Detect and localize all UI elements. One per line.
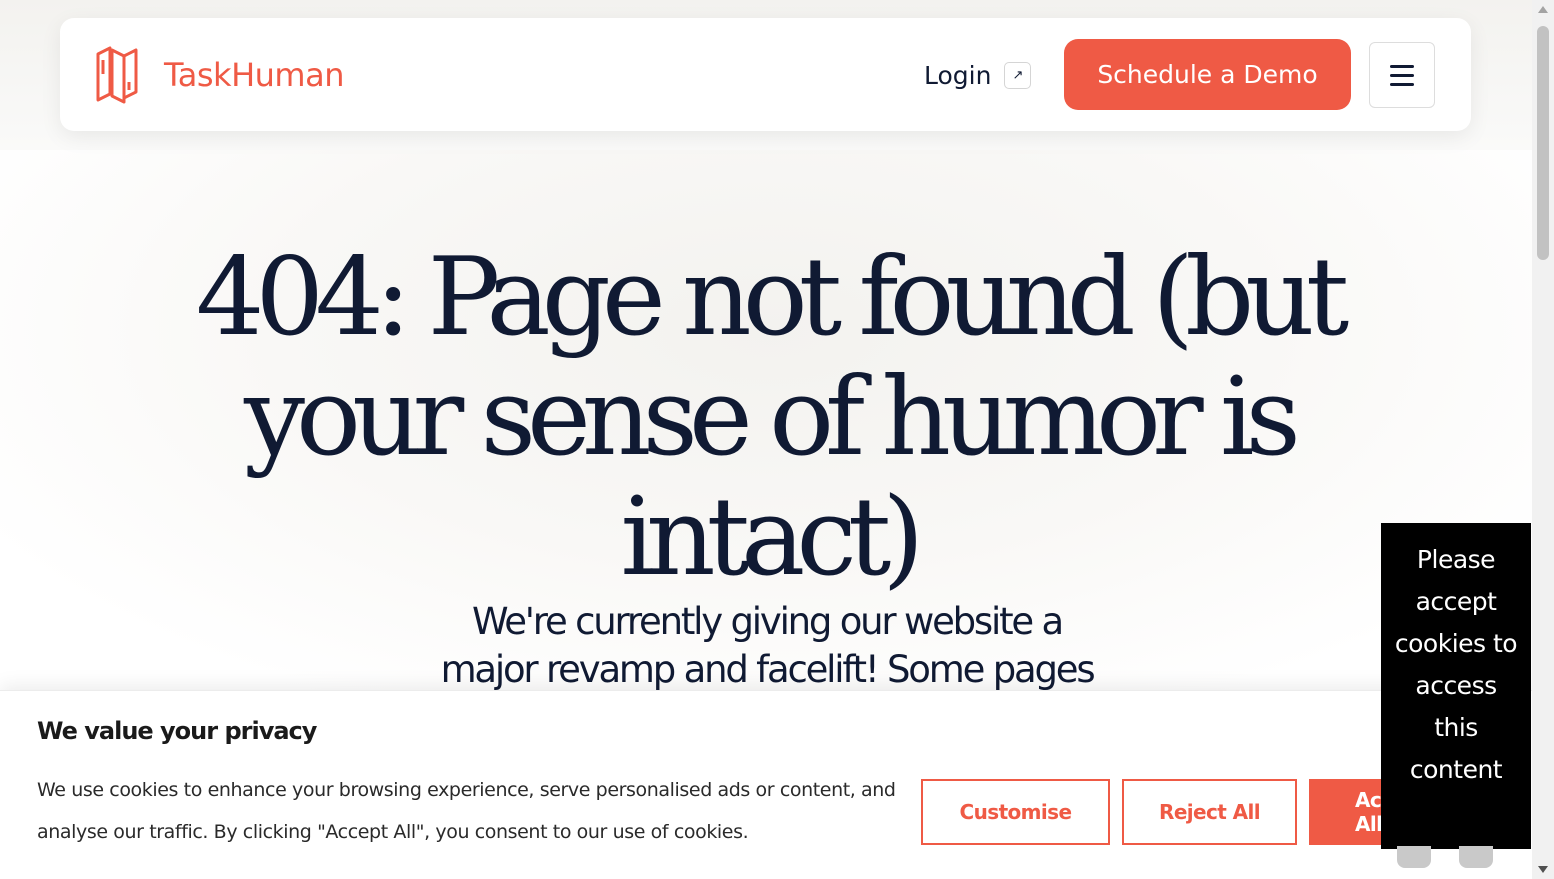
schedule-demo-button[interactable]: Schedule a Demo (1064, 39, 1351, 110)
site-header: TaskHuman Login ↗ Schedule a Demo (60, 18, 1471, 131)
brand-name: TaskHuman (164, 56, 344, 94)
hamburger-menu-icon (1390, 64, 1414, 68)
scrollbar-thumb[interactable] (1537, 26, 1549, 260)
arrow-up-right-icon: ↗ (1004, 61, 1032, 89)
logo[interactable]: TaskHuman (94, 44, 344, 106)
overlay-tab-right (1459, 846, 1493, 868)
cookie-description: We use cookies to enhance your browsing … (37, 779, 896, 843)
vertical-scrollbar[interactable] (1532, 0, 1554, 879)
cookie-title: We value your privacy (37, 717, 317, 745)
hamburger-menu-button[interactable] (1369, 42, 1435, 108)
scroll-down-arrow-icon[interactable] (1538, 866, 1548, 873)
reject-all-button[interactable]: Reject All (1122, 779, 1297, 845)
login-label: Login (924, 60, 992, 90)
scroll-up-arrow-icon[interactable] (1538, 6, 1548, 13)
customise-button[interactable]: Customise (921, 779, 1110, 845)
taskhuman-logo-icon (96, 46, 138, 104)
cookie-consent-banner: We value your privacy We use cookies to … (0, 690, 1532, 879)
page-subtext: We're currently giving our website a maj… (440, 600, 1096, 691)
page-title: 404: Page not found (but your sense of h… (195, 235, 1350, 600)
overlay-tab-left (1397, 846, 1431, 868)
cookie-required-overlay: Please accept cookies to access this con… (1381, 523, 1531, 849)
login-link[interactable]: Login ↗ (924, 56, 1032, 94)
